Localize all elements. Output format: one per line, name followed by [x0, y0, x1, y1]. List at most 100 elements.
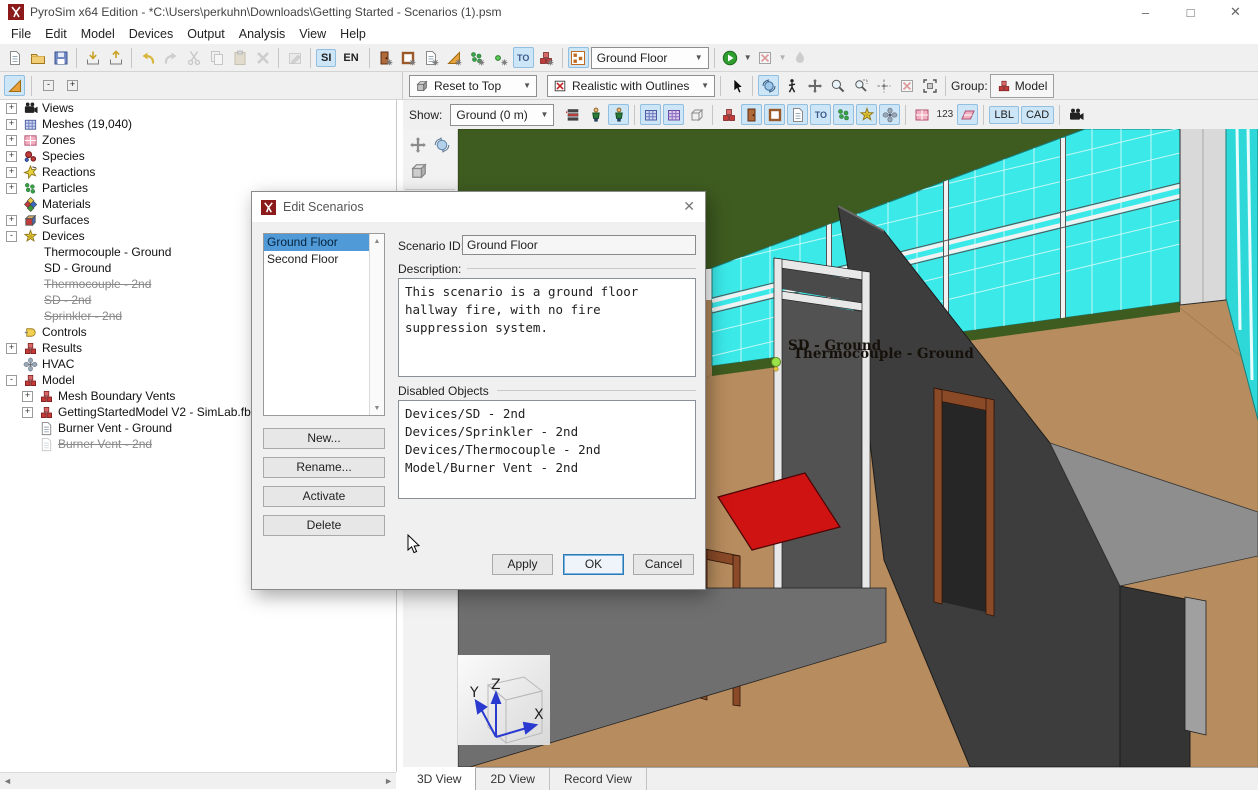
show-hvac-button[interactable]	[879, 104, 900, 125]
menu-view[interactable]: View	[292, 25, 333, 43]
show-background-button[interactable]	[585, 104, 606, 125]
tab-record-view[interactable]: Record View	[550, 768, 647, 790]
tree-item-zones[interactable]: +Zones	[0, 132, 396, 148]
menu-file[interactable]: File	[4, 25, 38, 43]
walk-tool-button[interactable]	[781, 75, 802, 96]
units-en-toggle[interactable]: EN	[338, 49, 363, 67]
pan-tool-button[interactable]	[804, 75, 825, 96]
show-doors-button[interactable]	[741, 104, 762, 125]
import-button[interactable]	[82, 47, 103, 68]
new-door-button[interactable]	[375, 47, 396, 68]
delete-scenario-button[interactable]: Delete	[263, 515, 385, 536]
show-labels-toggle[interactable]: LBL	[989, 106, 1019, 124]
show-records-button[interactable]: TO	[810, 104, 831, 125]
scroll-up-arrow[interactable]: ▲	[370, 234, 384, 248]
center-view-button[interactable]	[873, 75, 894, 96]
tab-3d-view[interactable]: 3D View	[403, 767, 476, 790]
show-mesh-grid-button[interactable]	[663, 104, 684, 125]
filter-tree-button[interactable]	[4, 75, 25, 96]
run-simulation-button[interactable]	[720, 47, 741, 68]
tree-horizontal-scrollbar[interactable]: ◄ ►	[0, 772, 396, 789]
close-button[interactable]: ✕	[1213, 0, 1258, 24]
expander[interactable]: -	[6, 375, 17, 386]
scroll-down-arrow[interactable]: ▼	[370, 401, 384, 415]
show-people-button[interactable]	[608, 104, 629, 125]
rotate-view-icon[interactable]	[433, 135, 451, 155]
manage-scenarios-button[interactable]	[568, 47, 589, 68]
roam-view-icon[interactable]	[409, 161, 429, 181]
floor-combo[interactable]: Ground (0 m)▼	[450, 104, 554, 126]
scroll-left-arrow[interactable]: ◄	[3, 776, 12, 786]
show-holes-button[interactable]	[764, 104, 785, 125]
dialog-close-icon[interactable]: ✕	[683, 198, 695, 215]
expander[interactable]: +	[6, 183, 17, 194]
tree-item-reactions[interactable]: +Reactions	[0, 164, 396, 180]
scenario-list[interactable]: Ground Floor Second Floor ▲ ▼	[263, 233, 385, 416]
select-tool-button[interactable]	[726, 75, 747, 96]
orbit-tool-button[interactable]	[758, 75, 779, 96]
zoom-select-tool-button[interactable]	[850, 75, 871, 96]
camera-views-button[interactable]	[1065, 104, 1086, 125]
new-scenario-button[interactable]: New...	[263, 428, 385, 449]
show-devices-button[interactable]	[856, 104, 877, 125]
menu-analysis[interactable]: Analysis	[232, 25, 293, 43]
apply-button[interactable]: Apply	[492, 554, 553, 575]
minimize-button[interactable]: –	[1123, 0, 1168, 24]
expander[interactable]: +	[6, 119, 17, 130]
expander[interactable]: +	[22, 407, 33, 418]
menu-output[interactable]: Output	[180, 25, 232, 43]
expander[interactable]: +	[6, 343, 17, 354]
new-file-button[interactable]	[4, 47, 25, 68]
expander[interactable]: +	[6, 215, 17, 226]
menu-model[interactable]: Model	[74, 25, 122, 43]
show-vents-button[interactable]	[787, 104, 808, 125]
new-record-button[interactable]: TO	[513, 47, 534, 68]
show-zones-button[interactable]	[911, 104, 932, 125]
new-slice-button[interactable]	[444, 47, 465, 68]
scroll-right-arrow[interactable]: ►	[384, 776, 393, 786]
maximize-button[interactable]: □	[1168, 0, 1213, 24]
show-stats-button[interactable]: 123	[934, 104, 955, 125]
new-particles-button[interactable]	[467, 47, 488, 68]
ok-button[interactable]: OK	[563, 554, 624, 575]
reset-view-combo[interactable]: Reset to Top▼	[409, 75, 537, 97]
expander[interactable]: -	[6, 231, 17, 242]
menu-edit[interactable]: Edit	[38, 25, 74, 43]
new-model-object-button[interactable]	[536, 47, 557, 68]
new-device-button[interactable]	[490, 47, 511, 68]
tree-item-meshes[interactable]: +Meshes (19,040)	[0, 116, 396, 132]
scenario-list-item-ground[interactable]: Ground Floor	[264, 234, 373, 251]
menu-devices[interactable]: Devices	[122, 25, 180, 43]
show-cad-toggle[interactable]: CAD	[1021, 106, 1054, 124]
tree-item-views[interactable]: +Views	[0, 100, 396, 116]
export-button[interactable]	[105, 47, 126, 68]
run-dropdown-caret[interactable]: ▼	[744, 53, 752, 62]
new-vent-button[interactable]	[421, 47, 442, 68]
show-obstructions-button[interactable]	[718, 104, 739, 125]
scenario-combo[interactable]: Ground Floor▼	[591, 47, 709, 69]
show-mesh-solid-button[interactable]	[640, 104, 661, 125]
group-selector-button[interactable]: Model	[990, 74, 1055, 98]
pan-view-icon[interactable]	[409, 135, 427, 155]
show-walls-button[interactable]	[957, 104, 978, 125]
expand-all-button[interactable]: +	[62, 75, 83, 96]
cancel-button[interactable]: Cancel	[633, 554, 694, 575]
undo-button[interactable]	[137, 47, 158, 68]
scenario-id-field[interactable]: Ground Floor	[462, 235, 696, 255]
open-file-button[interactable]	[27, 47, 48, 68]
rename-scenario-button[interactable]: Rename...	[263, 457, 385, 478]
dialog-title-bar[interactable]: Edit Scenarios	[252, 192, 705, 222]
floor-filter-button[interactable]	[562, 104, 583, 125]
scenario-list-item-second[interactable]: Second Floor	[264, 251, 373, 268]
expander[interactable]: +	[22, 391, 33, 402]
expander[interactable]: +	[6, 135, 17, 146]
zoom-extents-button[interactable]	[919, 75, 940, 96]
new-hole-button[interactable]	[398, 47, 419, 68]
show-mesh-outline-button[interactable]	[686, 104, 707, 125]
expander[interactable]: +	[6, 167, 17, 178]
tree-item-species[interactable]: +Species	[0, 148, 396, 164]
activate-scenario-button[interactable]: Activate	[263, 486, 385, 507]
scenario-list-scrollbar[interactable]: ▲ ▼	[369, 234, 384, 415]
collapse-all-button[interactable]: -	[38, 75, 59, 96]
tab-2d-view[interactable]: 2D View	[476, 768, 549, 790]
